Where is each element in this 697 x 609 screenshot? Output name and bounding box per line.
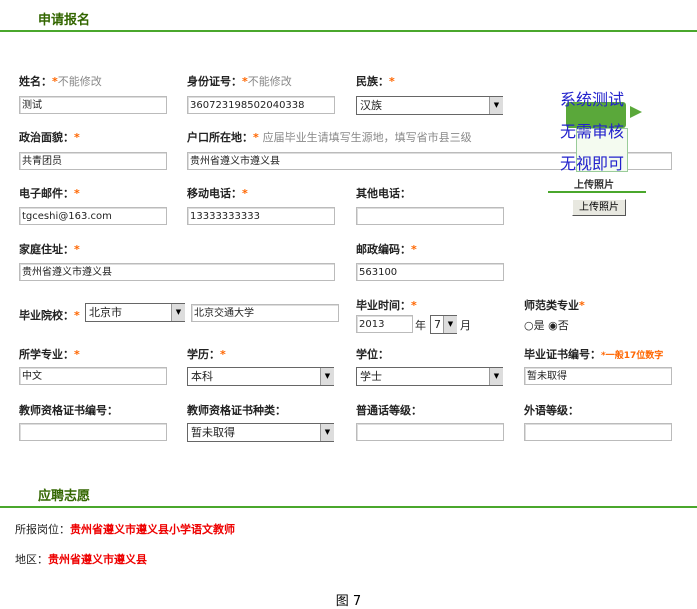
ethnic-select[interactable]: 汉族 ▼ bbox=[356, 96, 503, 115]
other-phone-input[interactable] bbox=[356, 207, 504, 225]
mobile-label: 移动电话：* bbox=[187, 187, 248, 200]
political-label: 政治面貌：* bbox=[19, 131, 80, 144]
chevron-down-icon[interactable]: ▼ bbox=[171, 304, 185, 321]
mobile-input[interactable]: 13333333333 bbox=[187, 207, 335, 225]
education-label: 学历：* bbox=[187, 348, 226, 361]
mandarin-label: 普通话等级： bbox=[356, 404, 422, 417]
chevron-down-icon[interactable]: ▼ bbox=[443, 316, 457, 333]
divider bbox=[0, 506, 697, 508]
figure-caption: 图 7 bbox=[335, 594, 362, 609]
application-form: 申请报名 姓名：*不能修改 测试 身份证号：*不能修改 360723198502… bbox=[0, 0, 697, 609]
hukou-label: 户口所在地：* 应届毕业生请填写生源地，填写省市县三级 bbox=[187, 131, 472, 144]
divider bbox=[0, 30, 697, 32]
grad-month-select[interactable]: 7 ▼ bbox=[430, 315, 457, 334]
radio-no[interactable]: ◉ bbox=[548, 319, 558, 332]
watermark-text: 系统测试 bbox=[560, 90, 625, 109]
position-row: 所报岗位：贵州省遵义市遵义县小学语文教师 bbox=[15, 523, 235, 536]
year-unit: 年 bbox=[415, 319, 426, 332]
teacher-cert-no-input[interactable] bbox=[19, 423, 167, 441]
email-label: 电子邮件：* bbox=[19, 187, 80, 200]
divider bbox=[548, 191, 646, 193]
section-title-apply: 申请报名 bbox=[38, 13, 91, 28]
arrow-icon bbox=[630, 106, 642, 118]
address-label: 家庭住址：* bbox=[19, 243, 80, 256]
radio-yes[interactable]: ○ bbox=[524, 319, 534, 332]
teacher-cert-type-select[interactable]: 暂未取得 ▼ bbox=[187, 423, 334, 442]
degree-select[interactable]: 学士 ▼ bbox=[356, 367, 503, 386]
education-select[interactable]: 本科 ▼ bbox=[187, 367, 334, 386]
grad-year-input[interactable]: 2013 bbox=[356, 315, 413, 333]
photo-caption: 上传照片 bbox=[574, 180, 614, 191]
address-input[interactable]: 贵州省遵义市遵义县 bbox=[19, 263, 335, 281]
month-unit: 月 bbox=[460, 319, 471, 332]
degree-label: 学位： bbox=[356, 348, 389, 361]
school-label: 毕业院校：* bbox=[19, 309, 80, 322]
postcode-label: 邮政编码：* bbox=[356, 243, 417, 256]
email-input[interactable]: tgceshi@163.com bbox=[19, 207, 167, 225]
ethnic-label: 民族：* bbox=[356, 75, 395, 88]
normal-major-radios: ○是 ◉否 bbox=[524, 319, 569, 332]
school-city-select[interactable]: 北京市 ▼ bbox=[85, 303, 185, 322]
mandarin-input[interactable] bbox=[356, 423, 504, 441]
id-input[interactable]: 360723198502040338 bbox=[187, 96, 335, 114]
normal-major-label: 师范类专业* bbox=[524, 299, 585, 312]
name-label: 姓名：*不能修改 bbox=[19, 75, 102, 88]
chevron-down-icon[interactable]: ▼ bbox=[489, 368, 503, 385]
name-input[interactable]: 测试 bbox=[19, 96, 167, 114]
region-row: 地区：贵州省遵义市遵义县 bbox=[15, 553, 147, 566]
major-label: 所学专业：* bbox=[19, 348, 80, 361]
postcode-input[interactable]: 563100 bbox=[356, 263, 504, 281]
foreign-lang-input[interactable] bbox=[524, 423, 672, 441]
teacher-cert-type-label: 教师资格证书种类： bbox=[187, 404, 286, 417]
watermark-text: 无需审核 bbox=[560, 122, 625, 141]
political-input[interactable]: 共青团员 bbox=[19, 152, 167, 170]
foreign-lang-label: 外语等级： bbox=[524, 404, 579, 417]
upload-photo-button[interactable]: 上传照片 bbox=[572, 199, 626, 216]
other-phone-label: 其他电话： bbox=[356, 187, 411, 200]
watermark-text: 无视即可 bbox=[560, 154, 625, 173]
chevron-down-icon[interactable]: ▼ bbox=[489, 97, 503, 114]
diploma-label: 毕业证书编号：*一般17位数字 bbox=[524, 348, 664, 361]
teacher-cert-no-label: 教师资格证书编号： bbox=[19, 404, 118, 417]
photo-preview: 系统测试 无需审核 无视即可 上传照片 bbox=[556, 84, 648, 191]
diploma-input[interactable]: 暂未取得 bbox=[524, 367, 672, 385]
school-input[interactable]: 北京交通大学 bbox=[191, 304, 339, 322]
major-input[interactable]: 中文 bbox=[19, 367, 167, 385]
grad-time-label: 毕业时间：* bbox=[356, 299, 417, 312]
chevron-down-icon[interactable]: ▼ bbox=[320, 368, 334, 385]
id-label: 身份证号：*不能修改 bbox=[187, 75, 292, 88]
section-title-job: 应聘志愿 bbox=[38, 489, 91, 504]
chevron-down-icon[interactable]: ▼ bbox=[320, 424, 334, 441]
